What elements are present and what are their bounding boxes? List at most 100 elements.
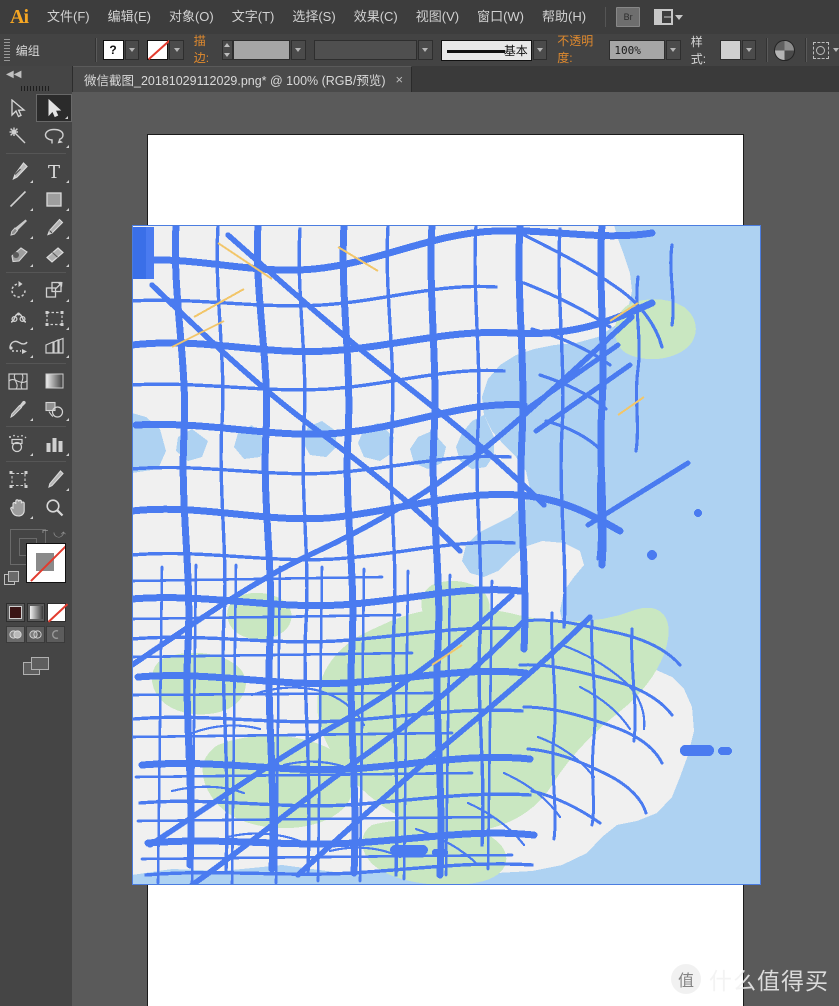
tool-flyout-indicator[interactable] bbox=[66, 145, 69, 148]
tool-flyout-indicator[interactable] bbox=[30, 299, 33, 302]
tool-width[interactable] bbox=[0, 304, 36, 332]
tool-eraser[interactable] bbox=[36, 241, 72, 269]
tool-flyout-indicator[interactable] bbox=[66, 418, 69, 421]
menu-help[interactable]: 帮助(H) bbox=[533, 0, 595, 34]
chevron-down-icon[interactable] bbox=[832, 48, 839, 52]
tool-flyout-indicator[interactable] bbox=[30, 327, 33, 330]
tool-perspective-grid[interactable] bbox=[36, 332, 72, 360]
menu-effect[interactable]: 效果(C) bbox=[345, 0, 407, 34]
select-similar-icon[interactable] bbox=[812, 41, 829, 59]
tool-artboard[interactable] bbox=[0, 465, 36, 493]
swap-icon[interactable] bbox=[4, 571, 19, 585]
bridge-icon[interactable]: Br bbox=[616, 7, 641, 27]
paint-mode-none[interactable] bbox=[47, 603, 69, 623]
variable-width-dropdown[interactable] bbox=[418, 40, 433, 60]
tool-flyout-indicator[interactable] bbox=[66, 208, 69, 211]
tool-eyedropper[interactable] bbox=[0, 395, 36, 423]
stroke-weight-dropdown[interactable] bbox=[291, 40, 306, 60]
graphic-style-dropdown[interactable] bbox=[742, 40, 757, 60]
tool-flyout-indicator[interactable] bbox=[30, 453, 33, 456]
traced-map-artwork[interactable] bbox=[132, 225, 761, 885]
opacity-input[interactable]: 100% bbox=[609, 40, 666, 60]
fill-swatch-button[interactable]: ? bbox=[102, 40, 124, 60]
tool-flyout-indicator[interactable] bbox=[66, 355, 69, 358]
tools-panel-grip[interactable] bbox=[0, 82, 72, 94]
tool-lasso[interactable] bbox=[36, 122, 72, 150]
tool-flyout-indicator[interactable] bbox=[66, 327, 69, 330]
tool-flyout-indicator[interactable] bbox=[66, 299, 69, 302]
tool-selection[interactable] bbox=[0, 94, 36, 122]
menu-file[interactable]: 文件(F) bbox=[38, 0, 99, 34]
tool-magic-wand[interactable] bbox=[0, 122, 36, 150]
tool-flyout-indicator[interactable] bbox=[30, 180, 33, 183]
tool-shape-builder[interactable] bbox=[0, 332, 36, 360]
tool-blend[interactable] bbox=[36, 395, 72, 423]
canvas-area[interactable] bbox=[72, 92, 839, 1006]
brush-definition-box[interactable]: 基本 bbox=[440, 39, 532, 61]
tool-pen[interactable] bbox=[0, 157, 36, 185]
change-screen-mode-button[interactable] bbox=[0, 643, 72, 675]
tool-flyout-indicator[interactable] bbox=[30, 236, 33, 239]
close-icon[interactable]: × bbox=[396, 73, 404, 86]
tool-flyout-indicator[interactable] bbox=[65, 116, 68, 119]
tool-column-graph[interactable] bbox=[36, 430, 72, 458]
fill-swatch-dropdown[interactable] bbox=[124, 40, 140, 60]
paint-mode-color[interactable] bbox=[6, 603, 25, 622]
menu-object[interactable]: 对象(O) bbox=[160, 0, 223, 34]
tool-flyout-indicator[interactable] bbox=[66, 236, 69, 239]
stepper-down-icon[interactable] bbox=[224, 53, 231, 57]
opacity-label[interactable]: 不透明度: bbox=[557, 32, 607, 68]
collapse-panel-icon[interactable]: ◀◀ bbox=[0, 66, 72, 82]
menu-edit[interactable]: 编辑(E) bbox=[99, 0, 160, 34]
menu-view[interactable]: 视图(V) bbox=[407, 0, 468, 34]
tool-hand[interactable] bbox=[0, 493, 36, 521]
tool-pencil[interactable] bbox=[36, 213, 72, 241]
fill-color-proxy[interactable] bbox=[26, 543, 66, 583]
tool-flyout-indicator[interactable] bbox=[30, 264, 33, 267]
tool-mesh[interactable] bbox=[0, 367, 36, 395]
swap-fill-stroke-icon[interactable]: ⤻ bbox=[53, 527, 66, 542]
stroke-swatch-dropdown[interactable] bbox=[169, 40, 184, 60]
tool-blob-brush[interactable] bbox=[0, 241, 36, 269]
stepper-up-icon[interactable] bbox=[224, 43, 231, 47]
tool-symbol-sprayer[interactable] bbox=[0, 430, 36, 458]
stroke-weight-stepper[interactable] bbox=[221, 40, 233, 60]
menu-select[interactable]: 选择(S) bbox=[283, 0, 344, 34]
stroke-swatch-button[interactable] bbox=[147, 40, 169, 60]
paint-mode-gradient[interactable] bbox=[26, 603, 46, 622]
variable-width-profile-input[interactable] bbox=[313, 40, 418, 60]
control-bar-grip[interactable] bbox=[4, 39, 10, 61]
draw-normal-mode[interactable] bbox=[6, 626, 25, 643]
graphic-style-swatch[interactable] bbox=[719, 40, 742, 60]
tool-rectangle[interactable] bbox=[36, 185, 72, 213]
tool-flyout-indicator[interactable] bbox=[30, 355, 33, 358]
tool-flyout-indicator[interactable] bbox=[30, 418, 33, 421]
tool-flyout-indicator[interactable] bbox=[66, 180, 69, 183]
tool-rotate[interactable] bbox=[0, 276, 36, 304]
tool-zoom[interactable] bbox=[36, 493, 72, 521]
draw-behind-mode[interactable] bbox=[26, 626, 45, 643]
tool-type[interactable]: T bbox=[36, 157, 72, 185]
arrange-documents-button[interactable] bbox=[654, 9, 684, 25]
recolor-artwork-icon[interactable] bbox=[774, 39, 795, 61]
tool-flyout-indicator[interactable] bbox=[66, 264, 69, 267]
opacity-dropdown[interactable] bbox=[666, 40, 681, 60]
tool-free-transform[interactable] bbox=[36, 304, 72, 332]
stroke-weight-label[interactable]: 描边: bbox=[193, 32, 220, 68]
brush-definition-dropdown[interactable] bbox=[532, 40, 548, 60]
tool-scale[interactable] bbox=[36, 276, 72, 304]
menu-type[interactable]: 文字(T) bbox=[223, 0, 284, 34]
menu-window[interactable]: 窗口(W) bbox=[468, 0, 533, 34]
tool-line-segment[interactable] bbox=[0, 185, 36, 213]
tool-flyout-indicator[interactable] bbox=[66, 488, 69, 491]
tool-flyout-indicator[interactable] bbox=[30, 208, 33, 211]
tool-direct-selection[interactable] bbox=[36, 94, 72, 122]
document-tab[interactable]: 微信截图_20181029112029.png* @ 100% (RGB/预览)… bbox=[72, 66, 413, 92]
tool-gradient[interactable] bbox=[36, 367, 72, 395]
stroke-weight-input[interactable] bbox=[232, 40, 291, 60]
draw-inside-mode[interactable] bbox=[46, 626, 65, 643]
tool-paintbrush[interactable] bbox=[0, 213, 36, 241]
tool-flyout-indicator[interactable] bbox=[30, 516, 33, 519]
tool-slice[interactable] bbox=[36, 465, 72, 493]
tool-flyout-indicator[interactable] bbox=[66, 453, 69, 456]
